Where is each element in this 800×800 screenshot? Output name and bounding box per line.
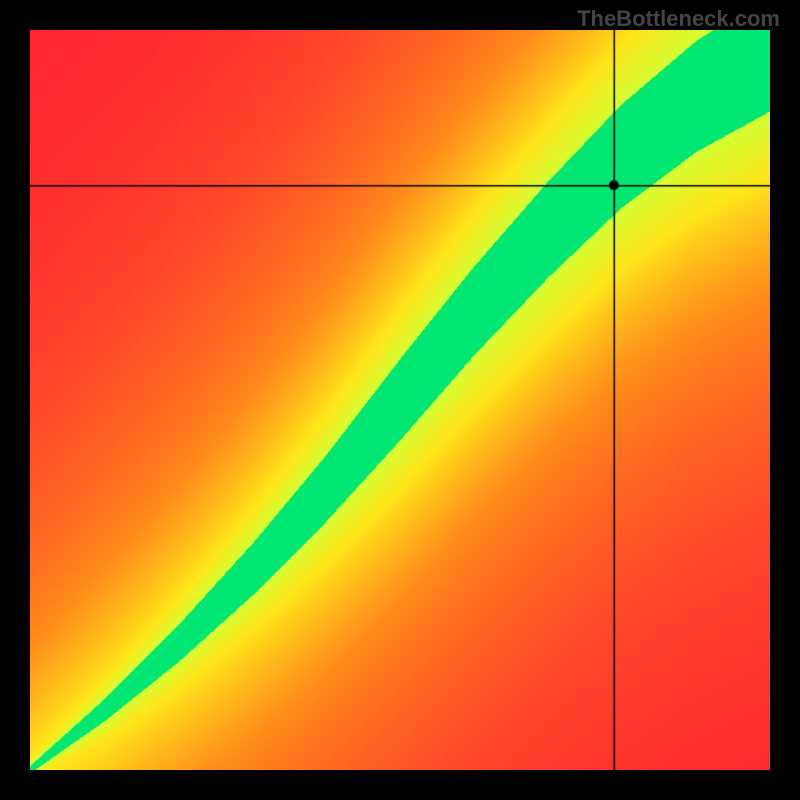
heatmap-plot — [30, 30, 770, 770]
watermark-text: TheBottleneck.com — [577, 6, 780, 32]
heatmap-canvas — [30, 30, 770, 770]
